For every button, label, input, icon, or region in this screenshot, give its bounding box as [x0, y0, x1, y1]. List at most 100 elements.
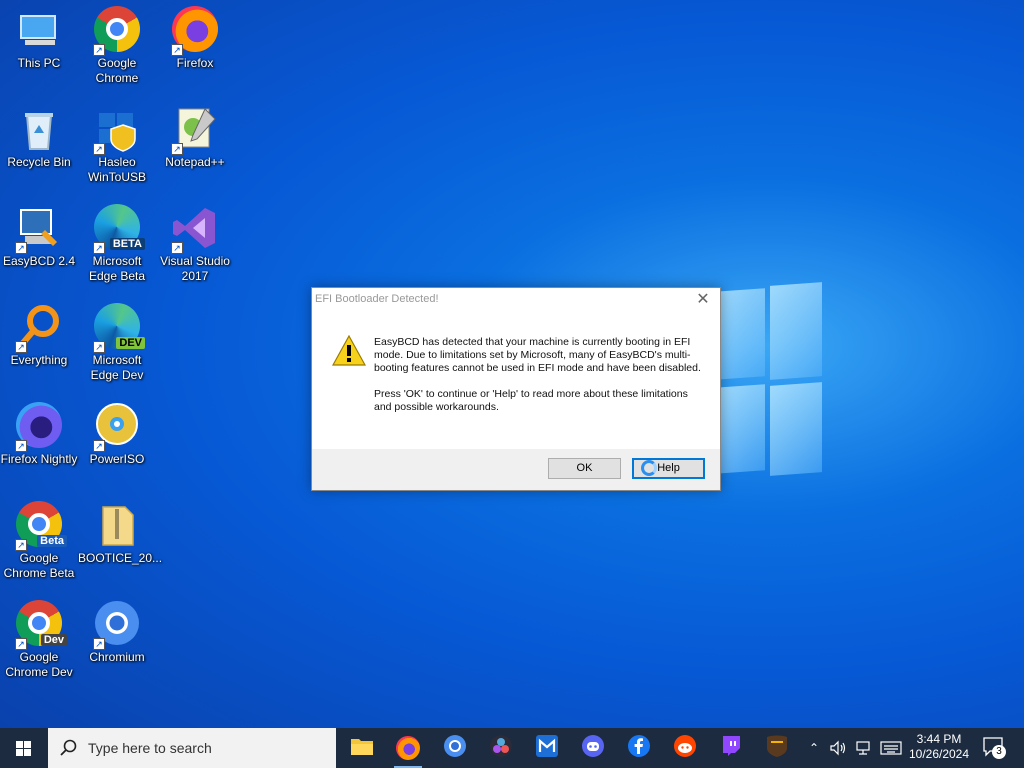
desktop-icon-everything[interactable]: ↗ Everything	[0, 297, 78, 368]
ups-icon	[766, 734, 788, 763]
dialog-title: EFI Bootloader Detected!	[315, 293, 439, 305]
wallpaper-windows-logo	[715, 282, 825, 480]
desktop-icon-hasleo-wintousb[interactable]: ↗ Hasleo WinToUSB	[78, 99, 156, 185]
loading-spinner-icon	[641, 460, 657, 476]
shortcut-arrow-icon: ↗	[171, 143, 183, 155]
taskbar: Type here to search ⌃ 3:44 PM 10/26/2024…	[0, 728, 1024, 768]
desktop-icon-label: Chromium	[89, 650, 145, 664]
clock-time: 3:44 PM	[916, 732, 962, 746]
taskbar-reddit[interactable]	[665, 732, 705, 764]
dialog-body: EasyBCD has detected that your machine i…	[312, 313, 720, 449]
dialog-footer: OK Help	[312, 449, 720, 490]
close-icon[interactable]: ✕	[694, 291, 712, 309]
volume-icon[interactable]	[826, 728, 850, 768]
desktop-icon-visual-studio[interactable]: ↗ Visual Studio 2017	[156, 198, 234, 284]
notification-count: 3	[992, 745, 1006, 759]
edge-beta-icon: BETA ↗	[93, 204, 145, 254]
start-button[interactable]	[0, 728, 48, 768]
desktop-icon-chromium[interactable]: ↗ Chromium	[78, 594, 156, 665]
desktop-icon-chrome-beta[interactable]: Beta ↗ Google Chrome Beta	[0, 495, 78, 581]
desktop-icon-easybcd[interactable]: ↗ EasyBCD 2.4	[0, 198, 78, 269]
shortcut-arrow-icon: ↗	[15, 539, 27, 551]
shortcut-arrow-icon: ↗	[93, 638, 105, 650]
desktop-icon-label: Firefox	[176, 56, 214, 70]
desktop-icon-chrome-dev[interactable]: Dev ↗ Google Chrome Dev	[0, 594, 78, 680]
shortcut-arrow-icon: ↗	[93, 44, 105, 56]
dev-badge: DEV	[116, 337, 145, 349]
shortcut-arrow-icon: ↗	[93, 341, 105, 353]
desktop-icon-label: Microsoft Edge Beta	[88, 254, 146, 283]
keyboard-icon[interactable]	[878, 728, 904, 768]
shortcut-arrow-icon: ↗	[93, 242, 105, 254]
davinci-icon	[489, 734, 513, 763]
desktop-icon-label: Everything	[10, 353, 68, 367]
desktop-icon-label: PowerISO	[89, 452, 145, 466]
dev-badge: Dev	[40, 634, 67, 646]
desktop-icon-bootice[interactable]: BOOTICE_20...	[78, 495, 163, 566]
twitch-icon	[719, 734, 743, 763]
taskbar-discord[interactable]	[573, 732, 613, 764]
recycle-bin-icon	[15, 105, 63, 153]
desktop-icon-label: Google Chrome Beta	[3, 551, 75, 580]
search-icon	[60, 739, 78, 757]
clock-date: 10/26/2024	[908, 747, 970, 761]
firefox-nightly-icon: ↗	[15, 402, 63, 452]
help-button-label: Help	[657, 462, 680, 474]
taskbar-facebook[interactable]	[619, 732, 659, 764]
desktop-icon-poweriso[interactable]: ↗ PowerISO	[78, 396, 156, 467]
desktop-icon-google-chrome[interactable]: ↗ Google Chrome	[78, 0, 156, 86]
dialog-message-paragraph: EasyBCD has detected that your machine i…	[374, 336, 701, 374]
shortcut-arrow-icon: ↗	[15, 242, 27, 254]
taskbar-malwarebytes[interactable]	[527, 732, 567, 764]
chromium-icon	[443, 734, 467, 763]
tray-overflow-chevron-icon[interactable]: ⌃	[804, 728, 824, 768]
action-center-icon[interactable]: 3	[982, 736, 1008, 760]
shortcut-arrow-icon: ↗	[15, 638, 27, 650]
computer-icon	[15, 6, 63, 54]
folder-icon	[350, 736, 374, 761]
desktop-icon-this-pc[interactable]: This PC	[0, 0, 78, 71]
desktop-icon-firefox[interactable]: ↗ Firefox	[156, 0, 234, 71]
edge-dev-icon: DEV ↗	[93, 303, 145, 353]
magnifier-icon: ↗	[15, 303, 63, 353]
shortcut-arrow-icon: ↗	[93, 440, 105, 452]
desktop-icon-label: This PC	[17, 56, 61, 70]
disc-icon: ↗	[93, 402, 141, 452]
desktop-icon-notepadpp[interactable]: ↗ Notepad++	[156, 99, 234, 170]
firefox-icon: ↗	[171, 6, 219, 56]
efi-dialog: EFI Bootloader Detected! ✕ EasyBCD has d…	[311, 287, 721, 491]
facebook-icon	[627, 734, 651, 763]
dialog-message-paragraph: Press 'OK' to continue or 'Help' to read…	[374, 388, 688, 413]
taskbar-davinci[interactable]	[481, 732, 521, 764]
dialog-message: EasyBCD has detected that your machine i…	[374, 336, 704, 427]
taskbar-search-box[interactable]: Type here to search	[48, 728, 336, 768]
ok-button[interactable]: OK	[548, 458, 621, 479]
taskbar-file-explorer[interactable]	[342, 732, 382, 764]
desktop-icon-edge-beta[interactable]: BETA ↗ Microsoft Edge Beta	[78, 198, 156, 284]
desktop-icon-label: Firefox Nightly	[0, 452, 78, 466]
warning-icon	[331, 334, 367, 367]
chrome-icon: ↗	[93, 6, 141, 56]
dialog-titlebar[interactable]: EFI Bootloader Detected! ✕	[312, 288, 720, 313]
desktop-icon-label: Google Chrome	[95, 56, 139, 85]
desktop-icon-edge-dev[interactable]: DEV ↗ Microsoft Edge Dev	[78, 297, 156, 383]
shortcut-arrow-icon: ↗	[15, 440, 27, 452]
firefox-icon	[396, 736, 420, 760]
desktop-icon-recycle-bin[interactable]: Recycle Bin	[0, 99, 78, 170]
shortcut-arrow-icon: ↗	[93, 143, 105, 155]
desktop-icon-label: Google Chrome Dev	[5, 650, 73, 679]
taskbar-chromium[interactable]	[435, 732, 475, 764]
taskbar-ups[interactable]	[757, 732, 797, 764]
search-placeholder: Type here to search	[88, 740, 212, 756]
easybcd-icon: ↗	[15, 204, 63, 254]
desktop-icon-label: BOOTICE_20...	[78, 551, 163, 565]
beta-badge: BETA	[109, 238, 145, 250]
taskbar-firefox[interactable]	[388, 732, 428, 768]
network-icon[interactable]	[852, 728, 876, 768]
desktop-icon-firefox-nightly[interactable]: ↗ Firefox Nightly	[0, 396, 78, 467]
chrome-dev-icon: Dev ↗	[15, 600, 67, 650]
help-button[interactable]: Help	[632, 458, 705, 479]
taskbar-twitch[interactable]	[711, 732, 751, 764]
taskbar-clock[interactable]: 3:44 PM 10/26/2024	[904, 732, 974, 762]
desktop-icon-label: Visual Studio 2017	[160, 254, 230, 283]
